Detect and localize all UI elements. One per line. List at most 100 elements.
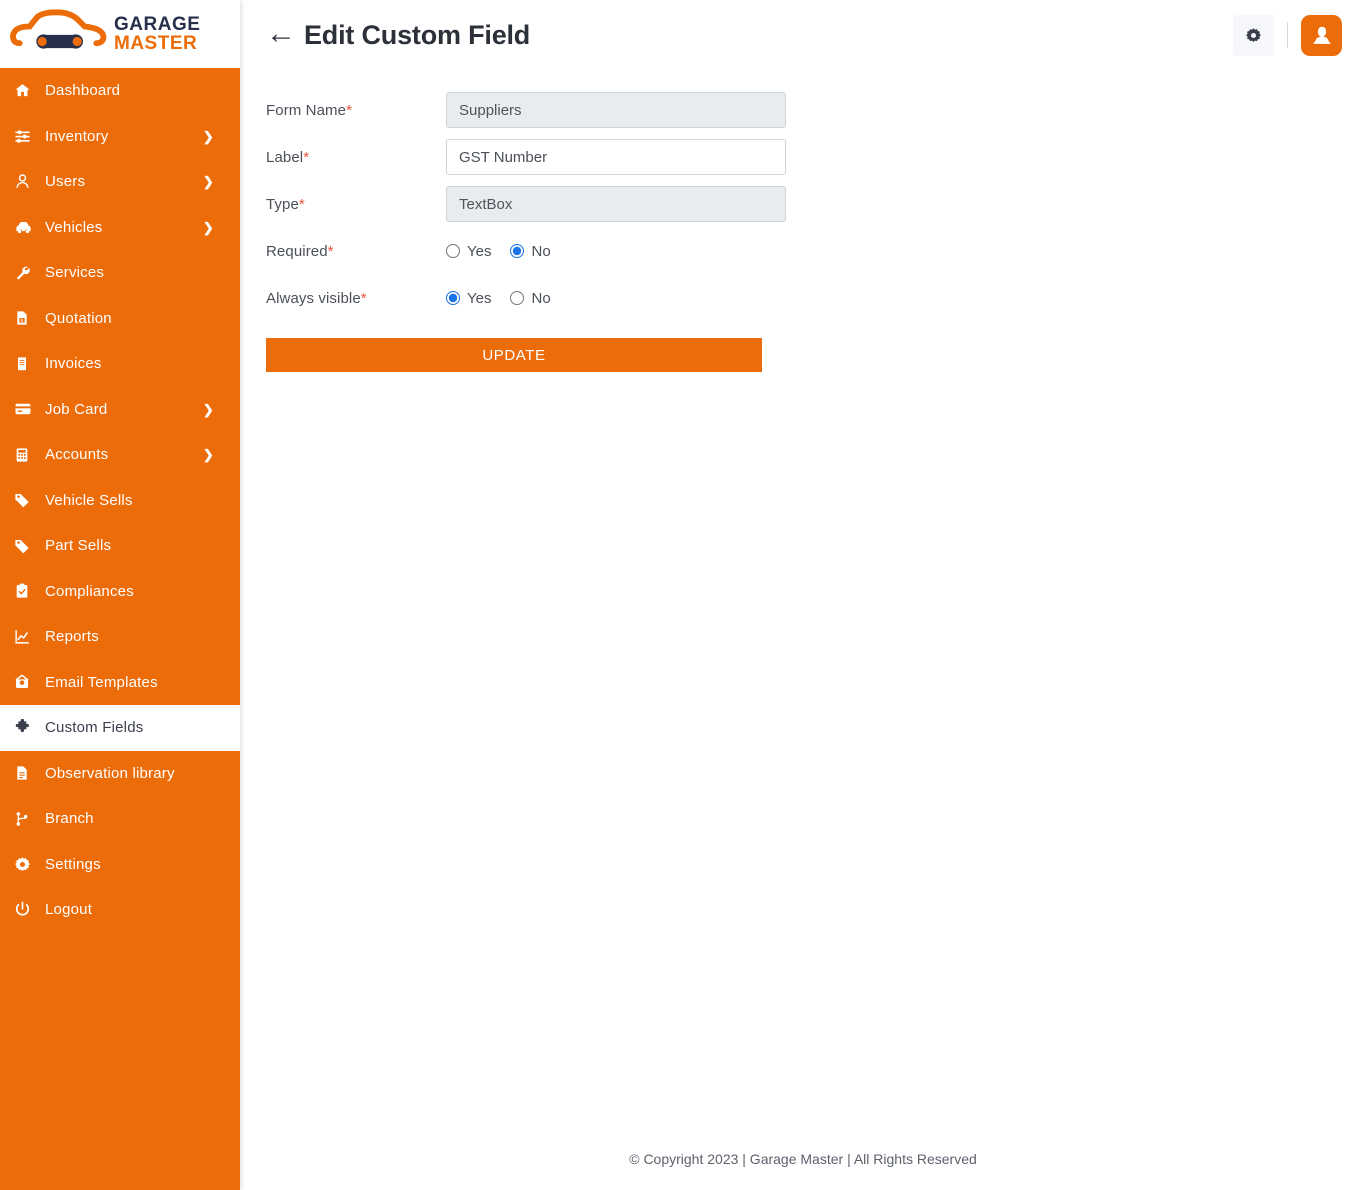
sidebar-item-label: Branch	[40, 810, 94, 827]
always-visible-radio-no-input[interactable]	[510, 291, 524, 305]
brand-wordmark: GARAGE MASTER	[114, 15, 200, 54]
wrench-icon	[14, 264, 40, 281]
puzzle-icon	[14, 719, 40, 736]
chevron-right-icon: ❯	[203, 221, 214, 234]
tag-icon	[14, 538, 40, 554]
sidebar-item-label: Email Templates	[40, 674, 158, 691]
always-visible-radio-group: Yes No	[446, 290, 570, 307]
sidebar-item-label: Observation library	[40, 765, 175, 782]
sidebar-item-email-templates[interactable]: Email Templates	[0, 660, 240, 706]
sidebar-item-label: Vehicles	[40, 219, 102, 236]
sidebar-item-vehicle-sells[interactable]: Vehicle Sells	[0, 478, 240, 524]
brand-logo[interactable]: GARAGE MASTER	[0, 0, 240, 68]
update-button[interactable]: UPDATE	[266, 338, 762, 372]
chevron-right-icon: ❯	[203, 403, 214, 416]
user-avatar-icon	[1311, 24, 1333, 46]
sidebar-item-accounts[interactable]: Accounts ❯	[0, 432, 240, 478]
form-row-type: Type*	[266, 186, 1340, 222]
sidebar-item-label: Custom Fields	[40, 719, 143, 736]
required-label: Required*	[266, 243, 446, 260]
form-row-form-name: Form Name*	[266, 92, 1340, 128]
power-icon	[14, 901, 40, 918]
required-label-text: Required	[266, 243, 328, 260]
sidebar-item-label: Logout	[40, 901, 92, 918]
brand-line-2: MASTER	[114, 34, 200, 53]
sidebar-item-quotation[interactable]: $ Quotation	[0, 296, 240, 342]
page-title: Edit Custom Field	[304, 20, 530, 51]
always-visible-radio-no-label: No	[531, 290, 550, 307]
sidebar-item-job-card[interactable]: Job Card ❯	[0, 387, 240, 433]
car-icon	[14, 218, 40, 237]
chevron-right-icon: ❯	[203, 130, 214, 143]
sidebar-item-label: Invoices	[40, 355, 102, 372]
user-icon	[14, 173, 40, 190]
branch-icon	[14, 811, 40, 827]
sidebar-item-label: Vehicle Sells	[40, 492, 133, 509]
file-money-icon: $	[14, 310, 40, 326]
app-root: GARAGE MASTER Dashboard Inv	[0, 0, 1366, 1190]
required-radio-yes-label: Yes	[467, 243, 491, 260]
header-actions	[1233, 15, 1342, 56]
footer: © Copyright 2023 | Garage Master | All R…	[240, 1128, 1366, 1190]
user-avatar-button[interactable]	[1301, 15, 1342, 56]
required-radio-group: Yes No	[446, 243, 570, 260]
form-name-label: Form Name*	[266, 102, 446, 119]
sidebar-item-services[interactable]: Services	[0, 250, 240, 296]
sidebar-item-label: Job Card	[40, 401, 107, 418]
always-visible-radio-yes-input[interactable]	[446, 291, 460, 305]
sidebar-item-part-sells[interactable]: Part Sells	[0, 523, 240, 569]
gear-icon	[1245, 27, 1262, 44]
label-input[interactable]	[446, 139, 786, 175]
sliders-icon	[14, 128, 40, 145]
always-visible-radio-yes-label: Yes	[467, 290, 491, 307]
sidebar-item-label: Compliances	[40, 583, 134, 600]
form-row-label: Label*	[266, 139, 1340, 175]
sidebar-item-vehicles[interactable]: Vehicles ❯	[0, 205, 240, 251]
main-content: Form Name* Label* Type* Required* Ye	[240, 70, 1366, 1120]
always-visible-radio-yes[interactable]: Yes	[446, 290, 491, 307]
sidebar-item-invoices[interactable]: Invoices	[0, 341, 240, 387]
sidebar-item-compliances[interactable]: Compliances	[0, 569, 240, 615]
required-radio-yes[interactable]: Yes	[446, 243, 491, 260]
settings-button[interactable]	[1233, 15, 1274, 56]
required-radio-yes-input[interactable]	[446, 244, 460, 258]
sidebar-item-label: Reports	[40, 628, 99, 645]
sidebar-item-label: Settings	[40, 856, 101, 873]
brand-line-1: GARAGE	[114, 15, 200, 34]
back-arrow-icon[interactable]: ←	[266, 19, 296, 49]
sidebar-item-inventory[interactable]: Inventory ❯	[0, 114, 240, 160]
svg-text:$: $	[21, 318, 24, 323]
page-title-group: ← Edit Custom Field	[266, 20, 530, 51]
sidebar-item-label: Accounts	[40, 446, 108, 463]
sidebar-item-label: Users	[40, 173, 85, 190]
car-wrench-logo-icon	[8, 8, 108, 60]
always-visible-radio-no[interactable]: No	[510, 290, 550, 307]
sidebar-item-logout[interactable]: Logout	[0, 887, 240, 933]
home-icon	[14, 82, 40, 99]
sidebar-item-users[interactable]: Users ❯	[0, 159, 240, 205]
form-name-label-text: Form Name	[266, 102, 346, 119]
form-row-always-visible: Always visible* Yes No	[266, 280, 1340, 316]
required-radio-no-label: No	[531, 243, 550, 260]
required-asterisk: *	[299, 196, 305, 213]
sidebar-item-label: Dashboard	[40, 82, 120, 99]
copyright-text: © Copyright 2023 | Garage Master | All R…	[629, 1151, 977, 1167]
sidebar-nav: Dashboard Inventory ❯ Users ❯	[0, 68, 240, 933]
sidebar-item-custom-fields[interactable]: Custom Fields	[0, 705, 240, 751]
sidebar-item-dashboard[interactable]: Dashboard	[0, 68, 240, 114]
form-row-required: Required* Yes No	[266, 233, 1340, 269]
sidebar-item-branch[interactable]: Branch	[0, 796, 240, 842]
sidebar-item-observation-library[interactable]: Observation library	[0, 751, 240, 797]
form-name-input	[446, 92, 786, 128]
sidebar-item-label: Quotation	[40, 310, 112, 327]
required-asterisk: *	[328, 243, 334, 260]
sidebar-item-settings[interactable]: Settings	[0, 842, 240, 888]
chevron-right-icon: ❯	[203, 448, 214, 461]
type-label: Type*	[266, 196, 446, 213]
header-divider	[1287, 22, 1288, 48]
required-radio-no-input[interactable]	[510, 244, 524, 258]
required-radio-no[interactable]: No	[510, 243, 550, 260]
sidebar-item-label: Services	[40, 264, 104, 281]
top-header: ← Edit Custom Field	[240, 0, 1366, 70]
sidebar-item-reports[interactable]: Reports	[0, 614, 240, 660]
